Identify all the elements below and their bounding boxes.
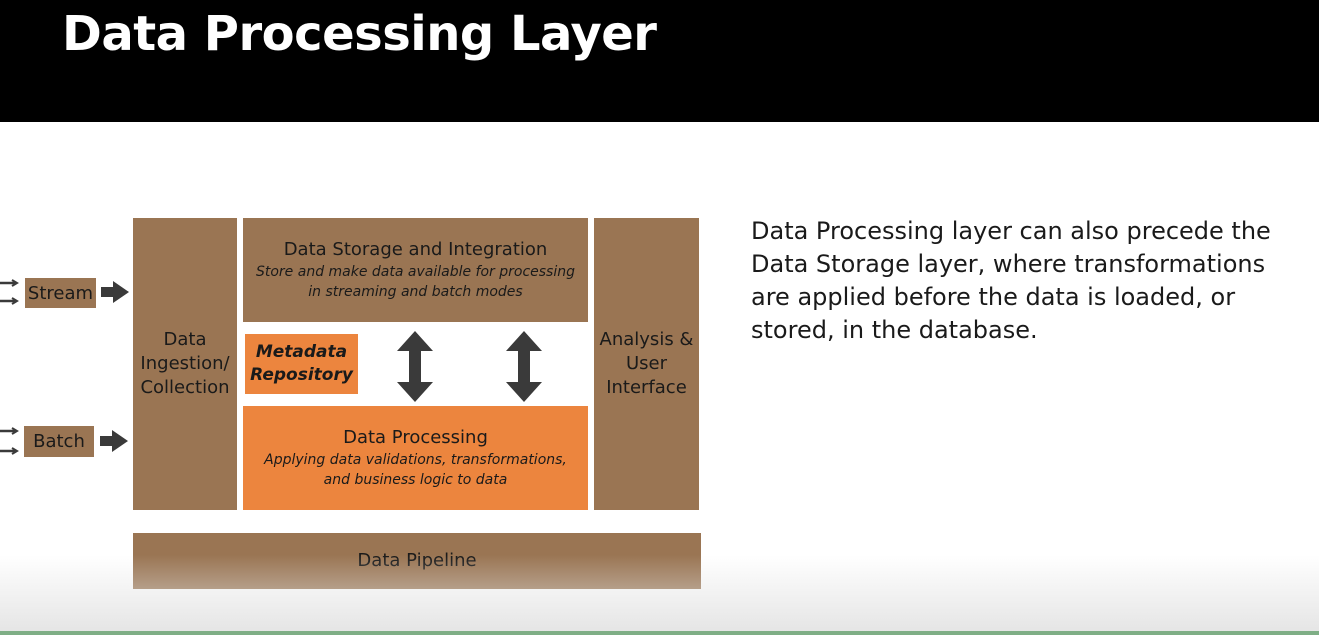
double-arrow-icon [506, 331, 542, 402]
batch-input-icon [0, 427, 19, 455]
description-text: Data Processing layer can also precede t… [751, 217, 1271, 344]
stream-arrow-icon [101, 281, 129, 303]
progress-line [0, 631, 1319, 635]
stream-input-icon [0, 279, 19, 305]
batch-arrow-icon [100, 430, 128, 452]
double-arrow-icon [397, 331, 433, 402]
